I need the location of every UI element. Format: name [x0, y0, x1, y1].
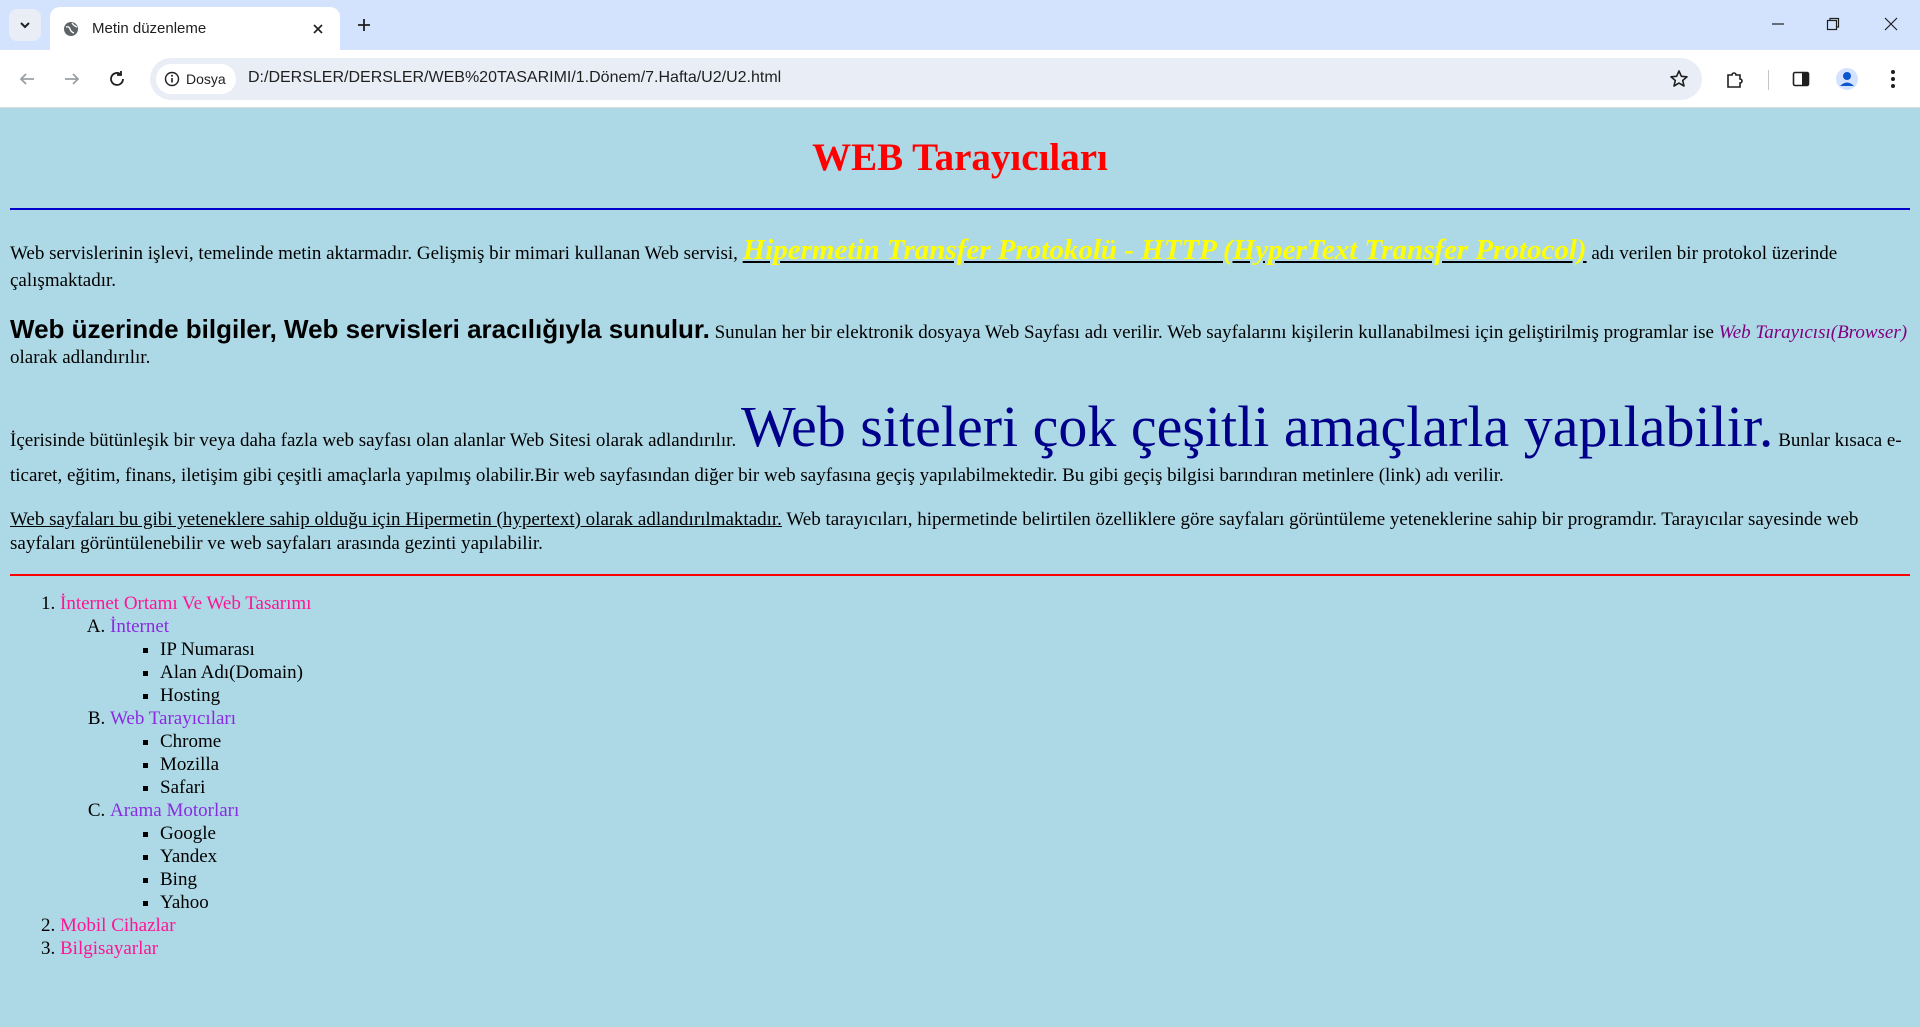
- p2-bold: Web üzerinde bilgiler, Web servisleri ar…: [10, 313, 710, 344]
- globe-icon: [62, 20, 80, 38]
- paragraph-web-sites: İçerisinde bütünleşik bir veya daha fazl…: [10, 390, 1910, 488]
- paragraph-hypertext: Web sayfaları bu gibi yeteneklere sahip …: [10, 508, 1910, 556]
- bullet-list: Chrome Mozilla Safari: [110, 730, 1910, 799]
- p2-italic: Web Tarayıcısı(Browser): [1718, 321, 1908, 343]
- new-tab-button[interactable]: [350, 11, 378, 39]
- p3-text-a: İçerisinde bütünleşik bir veya daha fazl…: [10, 429, 741, 451]
- tab-title: Metin düzenleme: [92, 20, 207, 37]
- page-content: WEB Tarayıcıları Web servislerinin işlev…: [0, 109, 1920, 1027]
- plus-icon: [358, 19, 370, 31]
- restore-button[interactable]: [1815, 8, 1851, 40]
- info-icon: [164, 71, 180, 87]
- list-item: Google: [160, 822, 1910, 845]
- sub-list-label: İnternet: [110, 615, 170, 637]
- url-text[interactable]: D:/DERSLER/DERSLER/WEB%20TASARIMI/1.Döne…: [248, 69, 781, 87]
- browser-toolbar: Dosya D:/DERSLER/DERSLER/WEB%20TASARIMI/…: [0, 50, 1920, 108]
- bullet-list: IP Numarası Alan Adı(Domain) Hosting: [110, 638, 1910, 707]
- p2-text-b: olarak adlandırılır.: [10, 346, 151, 368]
- close-icon: [1884, 17, 1898, 31]
- blue-divider: [10, 207, 1910, 210]
- list-item: Arama Motorları Google Yandex Bing Yahoo: [110, 799, 1910, 914]
- tab-strip: Metin düzenleme: [0, 0, 1920, 50]
- reload-icon: [110, 71, 124, 86]
- active-tab[interactable]: Metin düzenleme: [50, 7, 340, 50]
- list-item: IP Numarası: [160, 638, 1910, 661]
- list-item-label: Mobil Cihazlar: [60, 914, 176, 936]
- paragraph-http: Web servislerinin işlevi, temelinde meti…: [10, 232, 1910, 293]
- list-item: İnternet IP Numarası Alan Adı(Domain) Ho…: [110, 615, 1910, 707]
- list-item: Yandex: [160, 845, 1910, 868]
- restore-icon: [1826, 17, 1840, 31]
- sub-list-label: Web Tarayıcıları: [110, 707, 237, 729]
- list-item: Web Tarayıcıları Chrome Mozilla Safari: [110, 707, 1910, 799]
- list-item: Bing: [160, 868, 1910, 891]
- red-divider: [10, 573, 1910, 576]
- bookmark-button[interactable]: [1666, 66, 1692, 92]
- list-item: Mobil Cihazlar: [60, 914, 1910, 937]
- topic-list: İnternet Ortamı Ve Web Tasarımı İnternet…: [10, 592, 1910, 960]
- bullet-list: Google Yandex Bing Yahoo: [110, 822, 1910, 914]
- site-info-chip[interactable]: Dosya: [156, 64, 236, 94]
- list-item: İnternet Ortamı Ve Web Tasarımı İnternet…: [60, 592, 1910, 914]
- list-item: Yahoo: [160, 891, 1910, 914]
- puzzle-icon: [1727, 72, 1743, 88]
- side-panel-button[interactable]: [1784, 62, 1818, 96]
- p3-big-text: Web siteleri çok çeşitli amaçlarla yapıl…: [740, 393, 1774, 459]
- star-icon: [1670, 70, 1688, 87]
- close-tab-icon[interactable]: [308, 19, 328, 39]
- page-heading: WEB Tarayıcıları: [812, 136, 1108, 179]
- list-item: Chrome: [160, 730, 1910, 753]
- list-item-label: Bilgisayarlar: [60, 937, 159, 959]
- list-item: Safari: [160, 776, 1910, 799]
- list-item: Bilgisayarlar: [60, 937, 1910, 960]
- list-item: Mozilla: [160, 753, 1910, 776]
- address-bar[interactable]: Dosya D:/DERSLER/DERSLER/WEB%20TASARIMI/…: [150, 58, 1702, 100]
- forward-button[interactable]: [55, 62, 89, 96]
- close-window-button[interactable]: [1873, 8, 1909, 40]
- http-link[interactable]: Hipermetin Transfer Protokolü - HTTP (Hy…: [743, 234, 1587, 266]
- extensions-button[interactable]: [1718, 62, 1752, 96]
- kebab-menu-icon: [1891, 70, 1895, 88]
- chevron-down-icon: [20, 22, 30, 29]
- forward-arrow-icon: [65, 73, 80, 85]
- menu-button[interactable]: [1876, 62, 1910, 96]
- sub-list: İnternet IP Numarası Alan Adı(Domain) Ho…: [60, 615, 1910, 914]
- avatar-icon: [1836, 68, 1858, 90]
- p4-underline: Web sayfaları bu gibi yeteneklere sahip …: [10, 508, 782, 530]
- back-arrow-icon: [19, 73, 34, 85]
- list-item-label: İnternet Ortamı Ve Web Tasarımı: [60, 592, 312, 614]
- sub-list-label: Arama Motorları: [110, 799, 240, 821]
- back-button[interactable]: [10, 62, 44, 96]
- security-label: Dosya: [186, 71, 226, 87]
- paragraph-web-pages: Web üzerinde bilgiler, Web servisleri ar…: [10, 313, 1910, 370]
- minimize-icon: [1772, 23, 1784, 25]
- toolbar-separator: [1768, 70, 1769, 90]
- p2-text-a: Sunulan her bir elektronik dosyaya Web S…: [709, 321, 1719, 343]
- p1-text-a: Web servislerinin işlevi, temelinde meti…: [10, 242, 743, 264]
- side-panel-icon: [1792, 71, 1810, 87]
- tab-search-button[interactable]: [9, 9, 41, 41]
- minimize-button[interactable]: [1760, 8, 1796, 40]
- reload-button[interactable]: [100, 62, 134, 96]
- list-item: Alan Adı(Domain): [160, 661, 1910, 684]
- profile-button[interactable]: [1830, 62, 1864, 96]
- list-item: Hosting: [160, 684, 1910, 707]
